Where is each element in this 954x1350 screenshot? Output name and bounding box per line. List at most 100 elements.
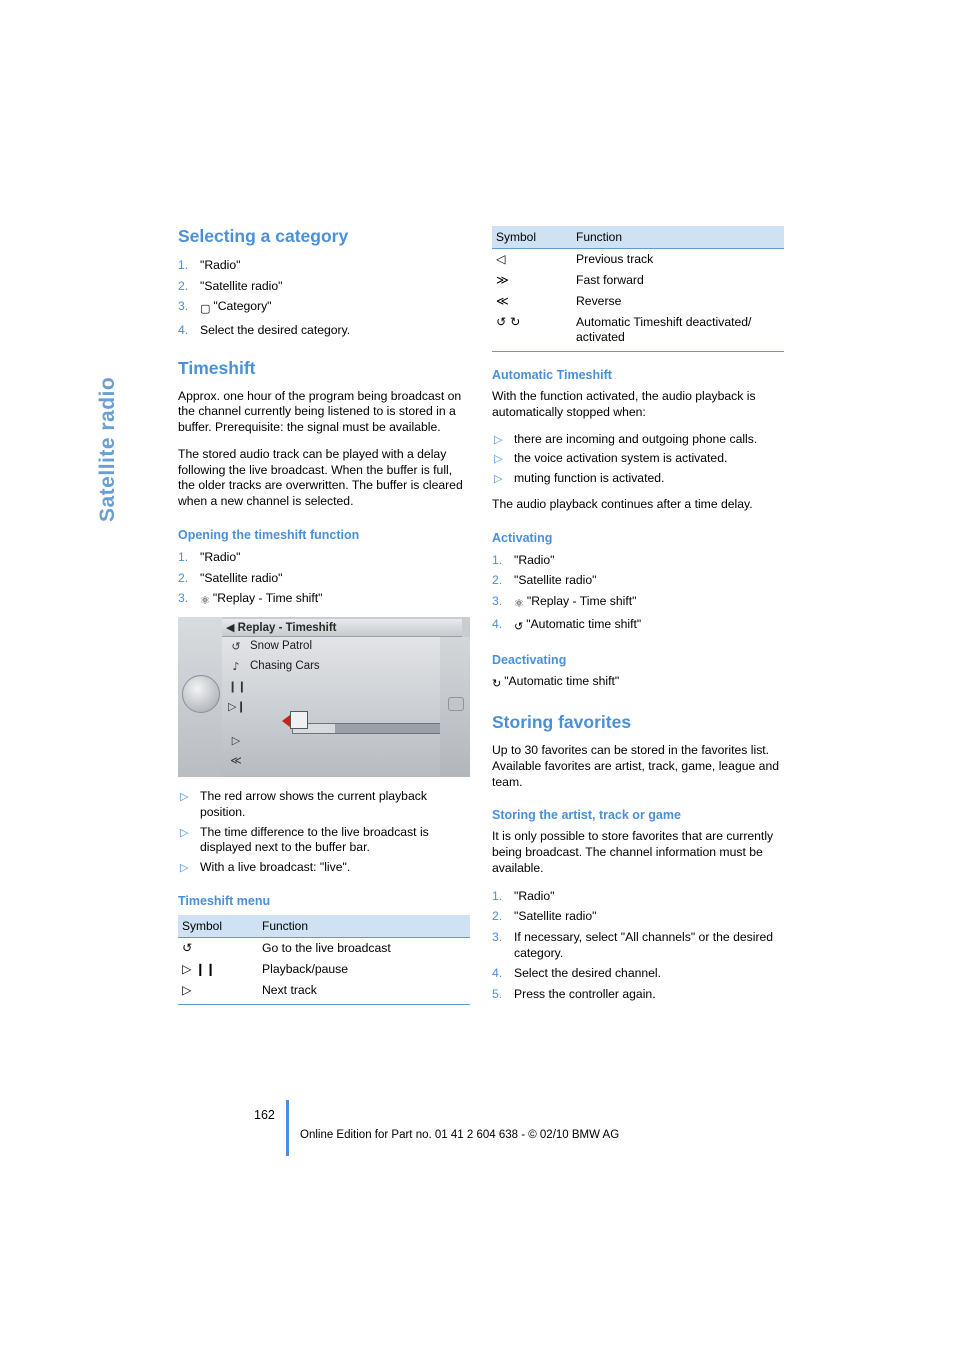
- deactivating-line: ↻ "Automatic time shift": [492, 674, 784, 692]
- screen-row-next: ▷: [226, 733, 436, 753]
- buffer-bar: [292, 723, 444, 735]
- step-text: Press the controller again.: [514, 986, 656, 1001]
- table-header-row: Symbol Function: [492, 226, 784, 249]
- screen-list: ↺ Snow Patrol ♪ Chasing Cars ❙❙ ▷❙ ▷ ≪: [222, 637, 468, 778]
- bullet-text: muting function is activated.: [514, 471, 665, 486]
- list-item: 2. "Satellite radio": [492, 572, 784, 588]
- note-text: The time difference to the live broadcas…: [200, 824, 429, 855]
- step-number: 5.: [492, 986, 503, 1001]
- heading-storing-favorites: Storing favorites: [492, 712, 632, 733]
- timeshift-paragraph-1: Approx. one hour of the program being br…: [178, 388, 462, 435]
- opening-timeshift-steps: 1. "Radio" 2. "Satellite radio" 3. ⚛ "Replay…: [178, 549, 470, 609]
- storing-paragraph-2: It is only possible to store favorites t…: [492, 829, 774, 876]
- live-broadcast-icon: ↺: [182, 941, 193, 956]
- footer-rule: [286, 1100, 289, 1156]
- timeshift-paragraph-2: The stored audio track can be played wit…: [178, 446, 463, 509]
- reverse-icon: ≪: [230, 754, 242, 768]
- play-pause-icon: ▷ ❙❙: [182, 962, 216, 977]
- replay-icon: ↺: [231, 640, 241, 654]
- list-item: 1. "Radio": [178, 257, 470, 273]
- step-number: 2.: [178, 278, 189, 293]
- step-text: Select the desired category.: [200, 322, 351, 337]
- table-row: ≫ Fast forward: [492, 270, 784, 291]
- pause-icon: ❙❙: [228, 680, 247, 694]
- step-number: 3.: [178, 591, 189, 606]
- playback-position-arrow-icon: [282, 715, 290, 728]
- list-item: 1. "Radio": [178, 549, 470, 565]
- screen-title-text: Replay - Timeshift: [237, 622, 337, 635]
- step-number: 4.: [492, 966, 503, 981]
- step-text: "Radio": [514, 888, 555, 903]
- step-number: 1.: [492, 888, 503, 903]
- cell-function: Playback/pause: [262, 962, 349, 977]
- table-row: ≪ Reverse: [492, 291, 784, 312]
- storing-steps: 1. "Radio" 2. "Satellite radio" 3. If neces…: [492, 888, 784, 1002]
- step-number: 3.: [178, 299, 189, 313]
- screen-right-panel: [440, 637, 470, 778]
- column-header-function: Function: [572, 226, 784, 249]
- screen-right-button-icon: [448, 697, 464, 712]
- column-header-symbol: Symbol: [178, 915, 258, 939]
- cell-function: Go to the live broadcast: [262, 941, 391, 956]
- reverse-icon: ≪: [496, 294, 509, 308]
- triangle-bullet-icon: ▷: [180, 791, 189, 804]
- left-column: Selecting a category 1. "Radio" 2. "Satell…: [178, 226, 470, 1006]
- step-text: "Satellite radio": [200, 278, 283, 293]
- page-number: 162: [254, 1108, 275, 1122]
- step-number: 4.: [178, 322, 189, 337]
- deactivating-text: "Automatic time shift": [504, 674, 620, 689]
- section-side-title: Satellite radio: [96, 376, 119, 522]
- cell-function: Automatic Timeshift deactivated/ activat…: [572, 312, 784, 352]
- step-text: "Satellite radio": [514, 573, 597, 588]
- step-text: "Replay - Time shift": [526, 593, 637, 608]
- step-text: Select the desired channel.: [514, 966, 662, 981]
- triangle-bullet-icon: ▷: [494, 473, 503, 486]
- list-item: ▷ With a live broadcast: "live".: [178, 860, 470, 876]
- step-text: "Category": [213, 299, 272, 313]
- step-number: 3.: [492, 929, 503, 944]
- heading-activating: Activating: [492, 530, 553, 545]
- table-row: ↺ Go to the live broadcast: [178, 938, 470, 960]
- note-icon: ♪: [232, 660, 240, 674]
- step-text: "Satellite radio": [200, 570, 283, 585]
- screen-row-artist: ↺ Snow Patrol: [226, 639, 436, 659]
- step-text: "Radio": [200, 550, 241, 565]
- heading-opening-timeshift: Opening the timeshift function: [178, 528, 360, 543]
- cell-function: Fast forward: [576, 273, 644, 287]
- table-row: ↺ ↻ Automatic Timeshift deactivated/ act…: [492, 312, 784, 352]
- list-item: 2. "Satellite radio": [178, 570, 470, 586]
- category-icon: ▢: [200, 302, 211, 315]
- automatic-bullets-list: ▷ there are incoming and outgoing phone c…: [492, 432, 784, 487]
- screen-row-pause: ❙❙: [226, 679, 436, 699]
- screen-cursor: [290, 711, 308, 730]
- screenshot-notes-list: ▷ The red arrow shows the current playbac…: [178, 789, 470, 876]
- automatic-timeshift-icon: ↺: [514, 620, 524, 634]
- column-header-symbol: Symbol: [492, 226, 572, 249]
- step-text: "Radio": [514, 552, 555, 567]
- table-row: ▷ Next track: [178, 980, 470, 1006]
- step-number: 1.: [178, 550, 189, 565]
- table-row: ▷ ❙❙ Playback/pause: [178, 959, 470, 980]
- step-text: If necessary, select "All channels" or t…: [514, 929, 774, 960]
- step-text: "Radio": [200, 258, 241, 272]
- column-header-function: Function: [258, 915, 470, 939]
- screen-row-play: ▷❙: [226, 699, 436, 719]
- selecting-category-steps: 1. "Radio" 2. "Satellite radio" 3. ▢ "Catego…: [178, 257, 470, 338]
- step-number: 4.: [492, 617, 503, 632]
- bullet-text: the voice activation system is activated…: [514, 451, 728, 466]
- list-item: 2. "Satellite radio": [492, 908, 784, 924]
- timeshift-symbols-table: Symbol Function ◁ Previous track ≫ Fast …: [492, 226, 784, 352]
- step-text: "Automatic time shift": [526, 617, 642, 632]
- fast-forward-icon: ≫: [496, 273, 509, 287]
- list-item: ▷ muting function is activated.: [492, 471, 784, 487]
- cell-function: Next track: [258, 980, 470, 1006]
- triangle-bullet-icon: ▷: [494, 453, 503, 466]
- step-number: 2.: [492, 573, 503, 588]
- step-number: 2.: [178, 570, 189, 585]
- triangle-bullet-icon: ▷: [180, 826, 189, 839]
- list-item: 3. ⚛ "Replay - Time shift": [492, 593, 784, 612]
- next-track-icon: ▷: [231, 734, 241, 748]
- replay-icon: ⚛: [514, 596, 524, 610]
- step-number: 1.: [492, 552, 503, 567]
- heading-storing-artist-track-game: Storing the artist, track or game: [492, 808, 681, 823]
